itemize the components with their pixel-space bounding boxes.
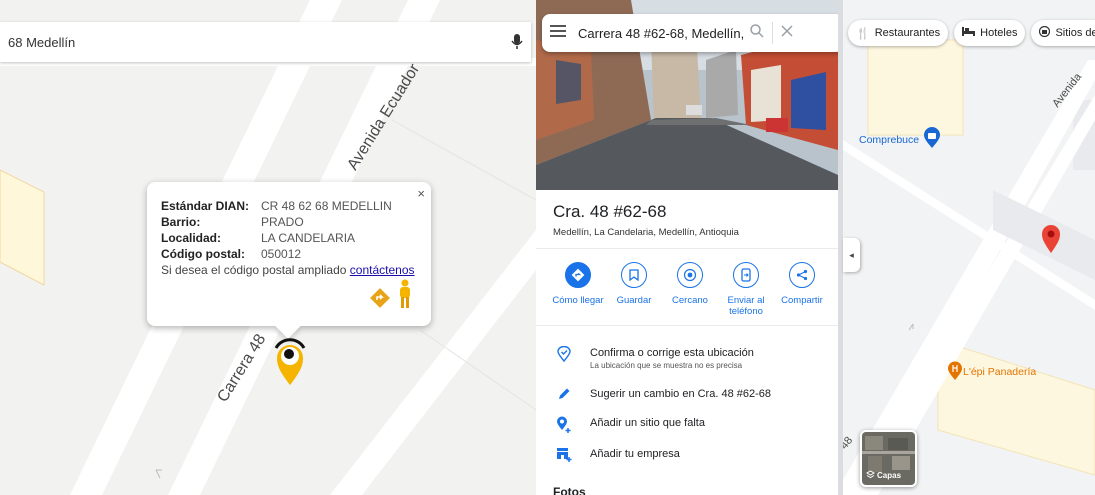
place-subtitle: Medellín, La Candelaria, Medellín, Antio… [553,227,739,238]
place-title: Cra. 48 #62-68 [553,202,667,221]
list-item-title: Confirma o corrige esta ubicación [590,347,754,359]
send-to-phone-button[interactable]: Enviar al teléfono [720,262,772,317]
place-panel: Carrera 48 #62-68, Medellín, Antioquia C… [536,0,838,495]
share-button[interactable]: Compartir [776,262,828,317]
menu-icon[interactable] [550,24,566,42]
action-label: Compartir [781,295,823,306]
action-bar: Cómo llegar Guardar Cercano Enviar al te… [552,262,828,317]
popup-icons [369,279,413,312]
nearby-icon [677,262,703,288]
popup-value: 050012 [261,247,302,261]
directions-button[interactable]: Cómo llegar [552,262,604,317]
chip-attractions[interactable]: Sitios de [1031,20,1095,46]
search-separator [772,22,773,44]
divider [536,325,838,326]
gm-search-input[interactable]: Carrera 48 #62-68, Medellín, Antioquia [578,26,744,41]
add-business-icon [554,447,574,465]
landmark-icon [1039,25,1051,40]
action-label: Guardar [616,295,652,306]
confirm-location-item[interactable]: Confirma o corrige esta ubicación La ubi… [554,346,754,371]
collapse-panel-button[interactable]: ◂ [843,238,860,272]
popup-row-localidad: Localidad: LA CANDELARIA [161,230,419,246]
microphone-icon[interactable] [503,33,531,51]
left-search-text[interactable]: 68 Medellín [8,35,503,50]
popup-row-dian: Estándar DIAN: CR 48 62 68 MEDELLIN [161,198,419,214]
photos-heading: Fotos [553,485,586,495]
restaurant-poi-icon[interactable] [947,361,963,386]
location-check-icon [554,346,574,364]
phone-icon [733,262,759,288]
add-business-item[interactable]: Añadir tu empresa [554,447,680,465]
share-icon [789,262,815,288]
shopping-bag-icon[interactable] [923,127,941,154]
chip-restaurants[interactable]: 🍴 Restaurantes [848,20,949,46]
popup-key: Código postal: [161,247,245,261]
chip-hotels[interactable]: Hoteles [954,20,1026,46]
directions-icon [565,262,591,288]
location-pin-icon[interactable] [272,336,308,391]
list-item-title: Sugerir un cambio en Cra. 48 #62-68 [590,388,771,400]
gm-search-bar[interactable]: Carrera 48 #62-68, Medellín, Antioquia [542,14,838,52]
left-search-bar[interactable]: 68 Medellín [0,22,531,62]
layers-icon [865,470,876,481]
divider [536,248,838,249]
layers-label-wrap: Capas [865,470,902,481]
layers-button[interactable]: Capas [860,430,917,487]
contact-link[interactable]: contáctenos [350,263,415,277]
layers-label: Capas [877,471,902,480]
nearby-button[interactable]: Cercano [664,262,716,317]
popup-row-codigo-postal: Código postal: 050012 [161,246,419,262]
list-item-title: Añadir tu empresa [590,448,680,460]
popup-row-barrio: Barrio: PRADO [161,214,419,230]
popup-note: Si desea el código postal ampliado contá… [161,262,419,278]
popup-value: LA CANDELARIA [261,231,356,245]
popup-key: Localidad: [161,231,222,245]
action-label: Cercano [672,295,708,306]
poi-lepi-panaderia-label[interactable]: L'épi Panadería [963,366,1036,378]
list-item-title: Añadir un sitio que falta [590,417,705,429]
right-map[interactable]: 🍴 Restaurantes Hoteles Sitios de Avenida… [843,0,1095,495]
add-location-icon [554,416,574,434]
selected-place-pin-icon[interactable] [1041,224,1061,259]
popup-close-button[interactable]: × [417,186,425,201]
list-item-text: Confirma o corrige esta ubicación La ubi… [590,346,754,371]
poi-comprebuce-label[interactable]: Comprebuce [859,134,919,146]
fork-knife-icon: 🍴 [856,27,870,40]
popup-value: CR 48 62 68 MEDELLIN [261,199,392,213]
category-chips: 🍴 Restaurantes Hoteles Sitios de [848,20,1095,46]
search-icon[interactable] [750,23,764,43]
bed-icon [962,27,976,39]
pegman-icon[interactable] [397,279,413,312]
add-missing-place-item[interactable]: Añadir un sitio que falta [554,416,705,434]
clear-search-icon[interactable] [781,24,793,42]
popup-key: Estándar DIAN: [161,199,250,213]
chip-label: Hoteles [980,27,1018,39]
list-item-subtitle: La ubicación que se muestra no es precis… [590,361,743,370]
pencil-icon [554,387,574,405]
chip-label: Restaurantes [874,27,941,39]
popup-key: Barrio: [161,215,201,229]
bookmark-icon [621,262,647,288]
chip-label: Sitios de [1055,27,1095,39]
directions-diamond-icon[interactable] [369,287,391,312]
left-map[interactable]: 68 Medellín Avenida Ecuador Carrera 48 ×… [0,0,536,495]
dian-info-popup: × Estándar DIAN: CR 48 62 68 MEDELLIN Ba… [147,182,431,326]
save-button[interactable]: Guardar [608,262,660,317]
suggest-edit-item[interactable]: Sugerir un cambio en Cra. 48 #62-68 [554,387,771,405]
action-label: Cómo llegar [552,295,604,306]
popup-value: PRADO [261,215,304,229]
action-label: Enviar al teléfono [727,295,765,317]
popup-note-text: Si desea el código postal ampliado [161,263,350,277]
